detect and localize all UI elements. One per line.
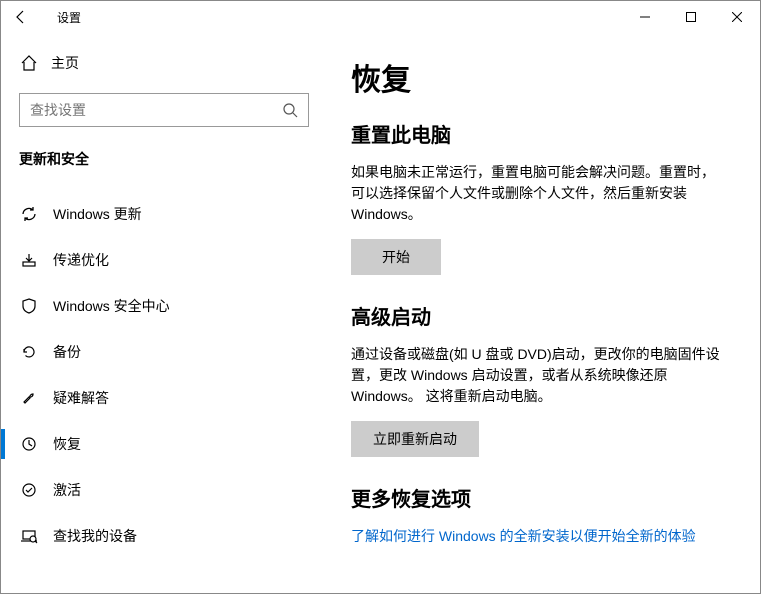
titlebar: 设置 [1, 1, 760, 33]
search-box[interactable] [19, 93, 309, 127]
sync-icon [19, 204, 39, 224]
sidebar-item-activation[interactable]: 激活 [1, 467, 321, 513]
sidebar-nav: Windows 更新 传递优化 Windows 安全中心 [1, 191, 321, 559]
sidebar-item-backup[interactable]: 备份 [1, 329, 321, 375]
search-wrap [1, 83, 321, 127]
fresh-install-link[interactable]: 了解如何进行 Windows 的全新安装以便开始全新的体验 [351, 526, 730, 546]
delivery-icon [19, 250, 39, 270]
activation-icon [19, 480, 39, 500]
recovery-icon [19, 434, 39, 454]
sidebar-item-label: 传递优化 [53, 250, 109, 270]
maximize-button[interactable] [668, 1, 714, 33]
find-device-icon [19, 526, 39, 546]
advanced-startup-heading: 高级启动 [351, 301, 730, 330]
sidebar-item-windows-update[interactable]: Windows 更新 [1, 191, 321, 237]
sidebar-section-title: 更新和安全 [1, 127, 321, 179]
settings-window: 设置 主页 [0, 0, 761, 594]
main-panel: 恢复 重置此电脑 如果电脑未正常运行，重置电脑可能会解决问题。重置时，可以选择保… [321, 33, 760, 593]
back-button[interactable] [13, 9, 37, 25]
minimize-button[interactable] [622, 1, 668, 33]
sidebar-item-delivery-optimization[interactable]: 传递优化 [1, 237, 321, 283]
sidebar-item-label: Windows 更新 [53, 204, 142, 224]
sidebar-item-label: Windows 安全中心 [53, 296, 170, 316]
restart-now-button[interactable]: 立即重新启动 [351, 421, 479, 457]
sidebar-item-find-device[interactable]: 查找我的设备 [1, 513, 321, 559]
advanced-startup-description: 通过设备或磁盘(如 U 盘或 DVD)启动，更改你的电脑固件设置，更改 Wind… [351, 344, 721, 407]
page-heading: 恢复 [351, 55, 730, 99]
shield-icon [19, 296, 39, 316]
sidebar-item-label: 疑难解答 [53, 388, 109, 408]
window-title: 设置 [57, 9, 81, 26]
sidebar-item-security[interactable]: Windows 安全中心 [1, 283, 321, 329]
sidebar-item-recovery[interactable]: 恢复 [1, 421, 321, 467]
home-icon [19, 54, 39, 72]
reset-start-button[interactable]: 开始 [351, 239, 441, 275]
search-icon [282, 102, 298, 118]
home-link[interactable]: 主页 [1, 43, 321, 83]
close-button[interactable] [714, 1, 760, 33]
reset-heading: 重置此电脑 [351, 119, 730, 148]
wrench-icon [19, 388, 39, 408]
search-input[interactable] [30, 102, 298, 118]
sidebar-item-troubleshoot[interactable]: 疑难解答 [1, 375, 321, 421]
sidebar-item-label: 激活 [53, 480, 81, 500]
reset-description: 如果电脑未正常运行，重置电脑可能会解决问题。重置时，可以选择保留个人文件或删除个… [351, 162, 721, 225]
backup-icon [19, 342, 39, 362]
sidebar-item-label: 备份 [53, 342, 81, 362]
sidebar: 主页 更新和安全 Windows 更新 [1, 33, 321, 593]
home-label: 主页 [51, 53, 79, 73]
sidebar-item-label: 恢复 [53, 434, 81, 454]
content: 主页 更新和安全 Windows 更新 [1, 33, 760, 593]
sidebar-item-label: 查找我的设备 [53, 526, 137, 546]
window-controls [622, 1, 760, 33]
more-options-heading: 更多恢复选项 [351, 483, 730, 512]
